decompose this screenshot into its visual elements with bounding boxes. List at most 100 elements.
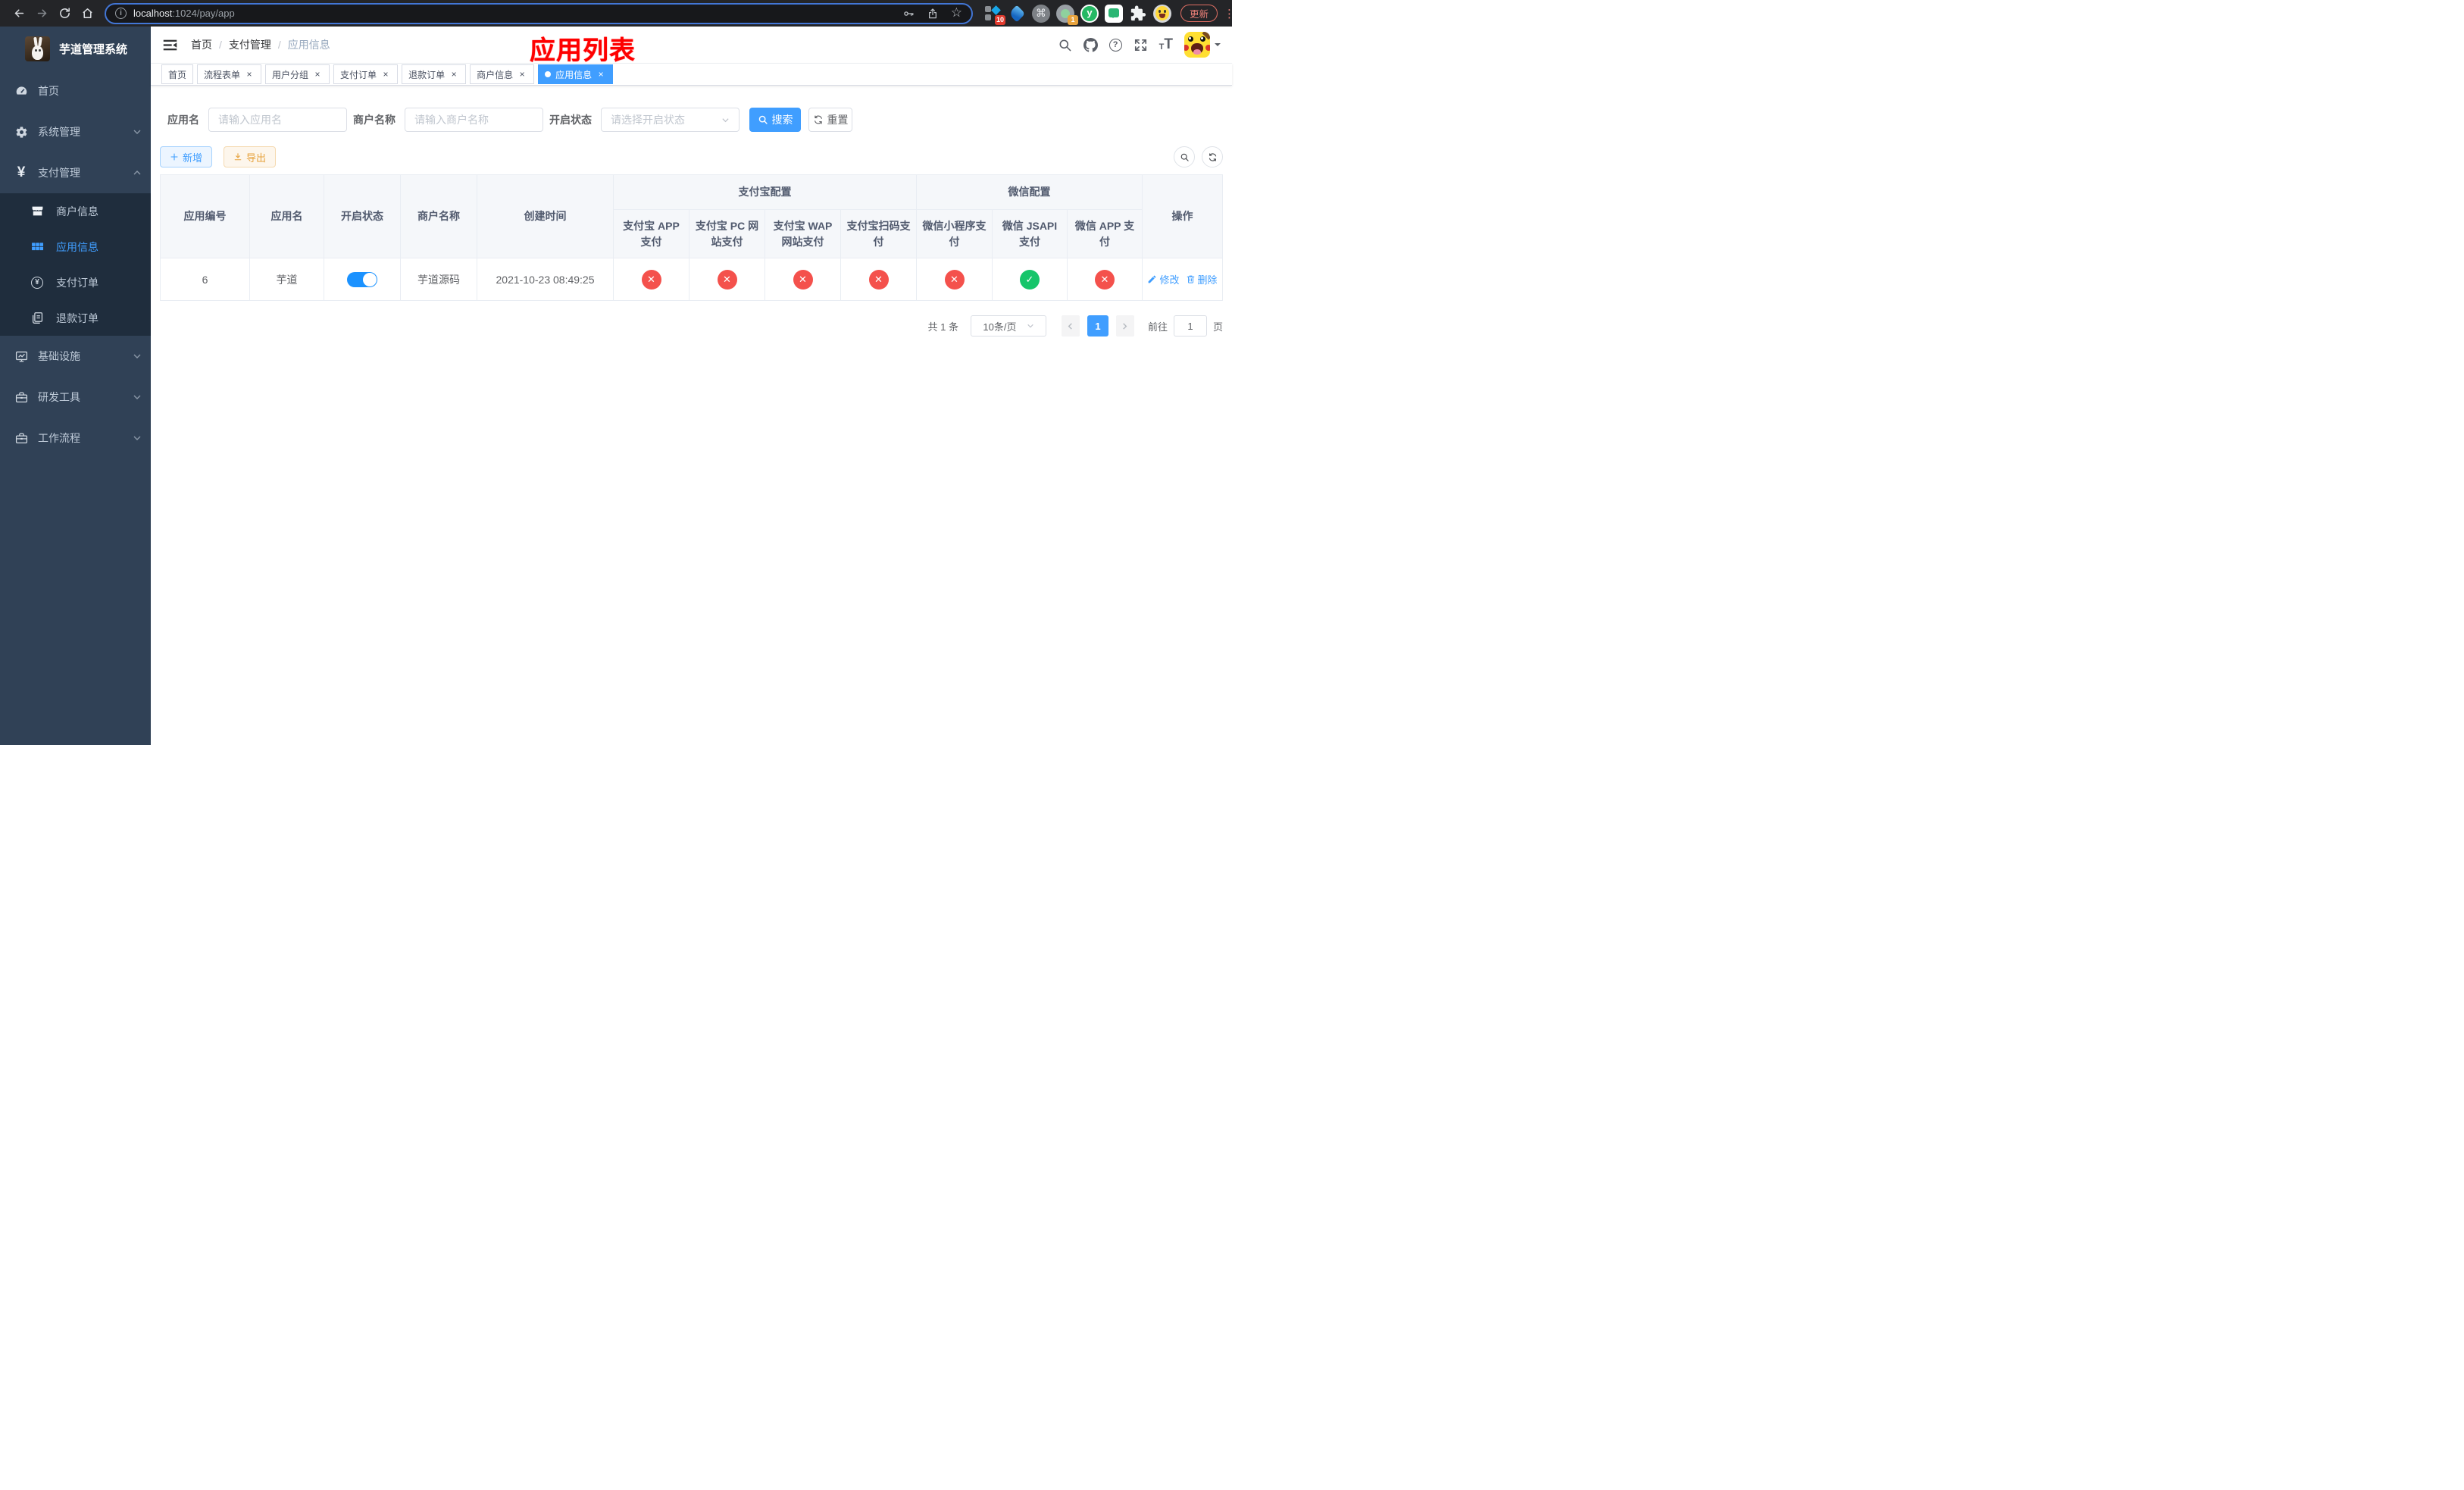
extensions-puzzle-icon[interactable] — [1129, 5, 1147, 23]
enabled-toggle[interactable] — [347, 271, 377, 287]
page-size-select[interactable]: 10条/页 — [970, 315, 1046, 337]
ext-kite-icon[interactable] — [1008, 5, 1026, 23]
breadcrumb: 首页 / 支付管理 / 应用信息 — [191, 37, 330, 52]
browser-update-button[interactable]: 更新 — [1180, 5, 1218, 22]
breadcrumb-section[interactable]: 支付管理 — [229, 37, 271, 52]
store-icon — [30, 205, 45, 218]
goto-page-input[interactable] — [1173, 315, 1207, 337]
toggle-search-button[interactable] — [1174, 146, 1195, 167]
password-key-icon[interactable] — [902, 8, 915, 20]
site-info-icon[interactable] — [115, 8, 127, 19]
url-text: localhost:1024/pay/app — [133, 8, 235, 19]
chevron-down-icon — [133, 434, 142, 443]
ext-emoji-icon[interactable] — [1153, 4, 1171, 23]
app-name-input[interactable] — [208, 108, 347, 132]
delete-button[interactable]: 删除 — [1186, 272, 1218, 286]
browser-back-button[interactable] — [8, 2, 30, 25]
sidebar-item-pay-order[interactable]: 支付订单 — [0, 265, 151, 300]
help-icon[interactable] — [1108, 38, 1122, 52]
sidebar-item-merchant-info[interactable]: 商户信息 — [0, 193, 151, 229]
merchant-name-input[interactable] — [405, 108, 543, 132]
chevron-down-icon — [133, 352, 142, 361]
alipay-qr-status-icon — [868, 269, 889, 290]
column-header-alipay-app: 支付宝 APP 支付 — [613, 209, 689, 258]
ext-profile-icon[interactable]: 1 — [1056, 4, 1078, 25]
sidebar-item-app-info[interactable]: 应用信息 — [0, 229, 151, 265]
sidebar-item-system[interactable]: 系统管理 — [0, 111, 151, 152]
header-search-icon[interactable] — [1058, 38, 1072, 52]
current-page-button[interactable]: 1 — [1087, 315, 1108, 337]
browser-reload-button[interactable] — [53, 2, 76, 25]
total-count: 共 1 条 — [927, 321, 958, 333]
cell-created-time: 2021-10-23 08:49:25 — [477, 258, 614, 301]
prev-page-button[interactable] — [1061, 315, 1080, 337]
edit-pencil-icon — [1149, 275, 1156, 283]
status-select[interactable]: 请选择开启状态 — [601, 108, 740, 132]
yen-icon — [14, 164, 29, 181]
tab-process-form[interactable]: 流程表单 — [197, 64, 262, 84]
tab-user-group[interactable]: 用户分组 — [265, 64, 330, 84]
wx-jsapi-status-icon — [1020, 269, 1040, 290]
column-header-wx-mini: 微信小程序支付 — [916, 209, 993, 258]
chevron-right-icon — [1123, 322, 1127, 330]
trash-icon — [1187, 275, 1194, 283]
tab-merchant-info[interactable]: 商户信息 — [470, 64, 535, 84]
pagination: 共 1 条 10条/页 1 前往 页 — [160, 315, 1223, 337]
bookmark-star-icon[interactable] — [951, 6, 962, 20]
cell-app-name: 芋道 — [249, 258, 324, 301]
fullscreen-icon[interactable] — [1134, 38, 1148, 52]
breadcrumb-home[interactable]: 首页 — [191, 37, 212, 52]
sidebar-item-label: 应用信息 — [56, 240, 98, 253]
ext-apps-icon[interactable]: 10 — [983, 5, 1005, 25]
app-logo-row[interactable]: 芋道管理系统 — [0, 27, 151, 70]
tab-home[interactable]: 首页 — [161, 64, 194, 84]
sidebar-item-dev-tools[interactable]: 研发工具 — [0, 377, 151, 418]
close-icon[interactable] — [596, 69, 606, 80]
export-button[interactable]: 导出 — [224, 146, 277, 167]
table-toolbar: 新增 导出 — [160, 146, 1223, 167]
github-icon[interactable] — [1083, 37, 1098, 52]
tab-refund-order[interactable]: 退款订单 — [402, 64, 467, 84]
sidebar-item-home[interactable]: 首页 — [0, 70, 151, 111]
add-button[interactable]: 新增 — [160, 146, 213, 167]
close-icon[interactable] — [517, 69, 527, 80]
alipay-app-status-icon — [641, 269, 661, 290]
close-icon[interactable] — [449, 69, 459, 80]
sidebar-item-refund-order[interactable]: 退款订单 — [0, 300, 151, 336]
sidebar-item-label: 工作流程 — [38, 432, 80, 444]
reset-button[interactable]: 重置 — [808, 108, 852, 132]
browser-forward-button[interactable] — [30, 2, 53, 25]
tags-view: 首页 流程表单 用户分组 支付订单 退款订单 商户信息 应用信息 — [151, 64, 1232, 86]
user-menu-caret-icon[interactable] — [1215, 43, 1221, 49]
sidebar-item-payment[interactable]: 支付管理 — [0, 152, 151, 193]
group-header-wechat: 微信配置 — [916, 174, 1143, 210]
sidebar-collapse-icon[interactable] — [162, 37, 178, 53]
close-icon[interactable] — [380, 69, 391, 80]
search-button[interactable]: 搜索 — [749, 108, 801, 132]
ext-chat-icon[interactable] — [1105, 4, 1123, 23]
ext-yuque-icon[interactable] — [1080, 4, 1099, 23]
merchant-name-label: 商户名称 — [353, 114, 396, 126]
share-icon[interactable] — [927, 8, 939, 20]
ext-command-icon[interactable] — [1032, 4, 1050, 23]
edit-button[interactable]: 修改 — [1147, 272, 1180, 286]
font-size-icon[interactable] — [1159, 36, 1173, 53]
user-avatar[interactable] — [1184, 32, 1210, 58]
next-page-button[interactable] — [1115, 315, 1134, 337]
refresh-table-button[interactable] — [1202, 146, 1223, 167]
sidebar-item-infrastructure[interactable]: 基础设施 — [0, 336, 151, 377]
tab-pay-order[interactable]: 支付订单 — [333, 64, 399, 84]
close-icon[interactable] — [244, 69, 255, 80]
status-label: 开启状态 — [549, 114, 592, 126]
breadcrumb-separator: / — [277, 39, 281, 51]
table-row: 6 芋道 芋道源码 2021-10-23 08:49:25 ✕ ✕ ✕ ✕ ✕ … — [160, 258, 1223, 301]
sidebar-item-label: 支付管理 — [38, 167, 80, 179]
address-bar[interactable]: localhost:1024/pay/app — [105, 2, 973, 24]
payment-submenu: 商户信息 应用信息 支付订单 退款订单 — [0, 193, 151, 336]
group-header-alipay: 支付宝配置 — [613, 174, 917, 210]
close-icon[interactable] — [312, 69, 323, 80]
tab-app-info[interactable]: 应用信息 — [538, 64, 614, 84]
browser-home-button[interactable] — [76, 2, 98, 25]
sidebar-item-workflow[interactable]: 工作流程 — [0, 418, 151, 459]
browser-menu-icon[interactable] — [1224, 7, 1234, 20]
